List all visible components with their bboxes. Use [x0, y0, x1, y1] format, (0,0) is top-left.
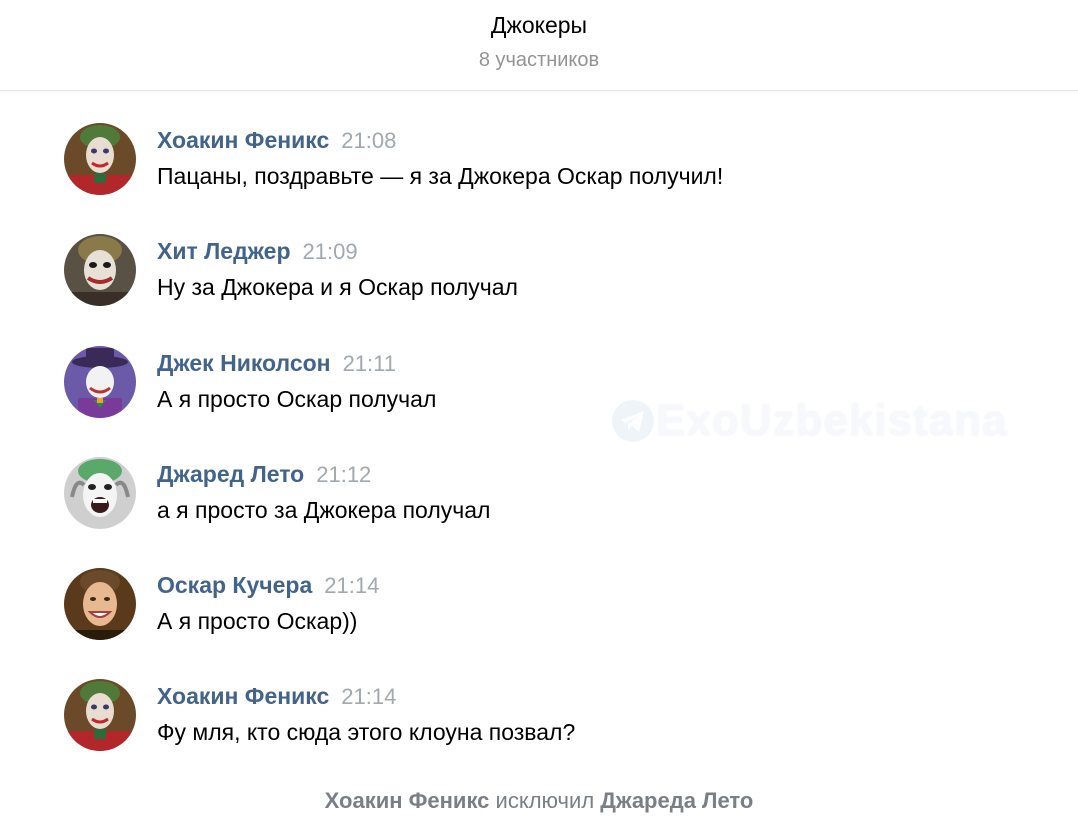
message-time: 21:08 — [341, 128, 397, 153]
message-time: 21:11 — [342, 351, 396, 376]
kuchera-avatar[interactable] — [64, 568, 136, 640]
chat-title[interactable]: Джокеры — [0, 12, 1078, 39]
author-name[interactable]: Хоакин Феникс — [157, 127, 329, 153]
author-name[interactable]: Джаред Лето — [157, 461, 304, 487]
message-time: 21:12 — [316, 462, 372, 487]
joaquin-joker-avatar[interactable] — [64, 679, 136, 751]
heath-joker-avatar[interactable] — [64, 234, 136, 306]
message-author[interactable]: Хит Леджер 21:09 — [157, 238, 358, 265]
message-text: а я просто за Джокера получал — [157, 497, 491, 523]
message-text: Фу мля, кто сюда этого клоуна позвал? — [157, 719, 576, 745]
message-text: А я просто Оскар получал — [157, 386, 437, 412]
system-event-target[interactable]: Джареда Лето — [600, 788, 753, 813]
chat-header: Джокеры 8 участников — [0, 0, 1078, 91]
author-name[interactable]: Оскар Кучера — [157, 572, 312, 598]
message-item: Джаред Лето 21:12 а я просто за Джокера п… — [64, 457, 1024, 531]
message-text: Пацаны, поздравьте — я за Джокера Оскар … — [157, 163, 724, 189]
message-time: 21:14 — [324, 573, 380, 598]
message-author[interactable]: Джаред Лето 21:12 — [157, 461, 371, 488]
message-item: Джек Николсон 21:11 А я просто Оскар полу… — [64, 346, 1024, 420]
message-text: Ну за Джокера и я Оскар получал — [157, 274, 518, 300]
message-item: Хоакин Феникс 21:14 Фу мля, кто сюда этог… — [64, 679, 1024, 753]
system-event-message: Хоакин Феникс исключил Джареда Лето — [0, 788, 1078, 814]
message-time: 21:14 — [341, 684, 397, 709]
message-item: Хоакин Феникс 21:08 Пацаны, поздравьте — … — [64, 123, 1024, 197]
message-item: Оскар Кучера 21:14 А я просто Оскар)) — [64, 568, 1024, 642]
message-author[interactable]: Джек Николсон 21:11 — [157, 350, 396, 377]
message-author[interactable]: Хоакин Феникс 21:14 — [157, 683, 396, 710]
message-item: Хит Леджер 21:09 Ну за Джокера и я Оскар … — [64, 234, 1024, 308]
message-author[interactable]: Оскар Кучера 21:14 — [157, 572, 379, 599]
message-author[interactable]: Хоакин Феникс 21:08 — [157, 127, 396, 154]
members-count[interactable]: 8 участников — [0, 49, 1078, 72]
author-name[interactable]: Хит Леджер — [157, 238, 291, 264]
leto-joker-avatar[interactable] — [64, 457, 136, 529]
system-event-actor[interactable]: Хоакин Феникс — [325, 788, 490, 813]
joaquin-joker-avatar[interactable] — [64, 123, 136, 195]
message-text: А я просто Оскар)) — [157, 608, 358, 634]
message-time: 21:09 — [302, 239, 358, 264]
author-name[interactable]: Джек Николсон — [157, 350, 331, 376]
system-event-action: исключил — [495, 788, 595, 813]
nicholson-joker-avatar[interactable] — [64, 346, 136, 418]
author-name[interactable]: Хоакин Феникс — [157, 683, 329, 709]
